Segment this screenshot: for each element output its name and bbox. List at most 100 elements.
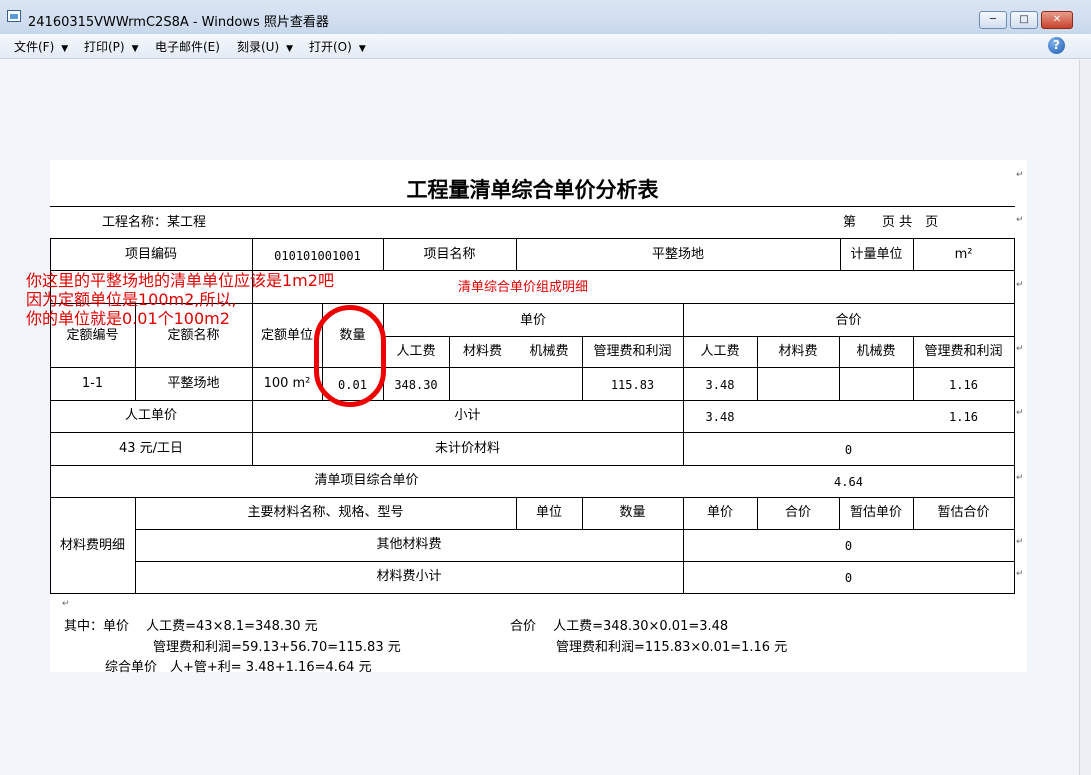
col-machine: 机械费 <box>529 344 569 359</box>
note-line-1-left: 其中：单价 人工费=43×8.1=348.30 元 <box>64 619 318 634</box>
grid-line <box>50 432 1015 433</box>
grid-line <box>1014 238 1015 593</box>
note-line-3: 综合单价 人+管+利= 3.48+1.16=4.64 元 <box>105 660 372 675</box>
grid-line <box>50 367 1015 368</box>
chevron-down-icon: ▼ <box>61 44 69 54</box>
grid-line <box>50 238 1015 239</box>
document-image: 工程量清单综合单价分析表 工程名称：某工程 第 页 共 页 项目编码 01010… <box>50 160 1027 675</box>
highlight-circle <box>314 305 386 407</box>
subtotal-labor: 3.48 <box>705 410 735 424</box>
grid-line <box>50 593 1015 594</box>
labor-rate-value: 43 元/工日 <box>118 441 184 456</box>
quota-unit-header: 定额单位 <box>260 328 313 343</box>
grid-line <box>50 206 1015 207</box>
grid-line <box>383 336 1015 337</box>
chevron-down-icon: ▼ <box>131 44 139 54</box>
material-unit-header: 单位 <box>535 505 562 520</box>
vertical-scrollbar[interactable] <box>1079 60 1091 775</box>
paragraph-mark: ↵ <box>1016 569 1024 579</box>
maximize-button[interactable]: □ <box>1010 11 1038 29</box>
grid-line <box>50 497 1015 498</box>
item-code: 1-1 <box>81 376 104 391</box>
menu-email[interactable]: 电子邮件(E) <box>155 38 220 55</box>
unit-label: 计量单位 <box>850 247 903 262</box>
menu-print-label: 打印(P) <box>84 40 125 54</box>
grid-line <box>50 400 1015 401</box>
item-code-value: 010101001001 <box>274 249 361 263</box>
material-subtotal-label: 材料费小计 <box>376 569 442 584</box>
item-unit: 100 m² <box>263 376 311 391</box>
paragraph-mark: ↵ <box>1016 344 1024 354</box>
item-code-label: 项目编码 <box>124 247 177 262</box>
item-total-mgmt: 1.16 <box>949 378 978 392</box>
page-counter: 第 页 共 页 <box>843 215 939 230</box>
paragraph-mark: ↵ <box>1016 473 1024 483</box>
menu-open[interactable]: 打开(O) ▼ <box>309 38 366 55</box>
col-mgmt: 管理费和利润 <box>593 344 672 359</box>
other-material-label: 其他材料费 <box>376 537 442 552</box>
subtotal-mgmt: 1.16 <box>949 410 978 424</box>
item-mgmt: 115.83 <box>610 378 655 392</box>
menu-open-label: 打开(O) <box>309 40 352 54</box>
material-total-header: 合价 <box>784 505 811 520</box>
menu-burn[interactable]: 刻录(U) ▼ <box>237 38 293 55</box>
unit-price-header: 单价 <box>519 313 546 328</box>
quota-name-header: 定额名称 <box>167 328 220 343</box>
unit-value: m² <box>954 247 973 262</box>
item-labor: 348.30 <box>394 378 438 392</box>
note-line-1-right: 合价 人工费=348.30×0.01=3.48 <box>510 619 729 634</box>
material-price-header: 单价 <box>706 505 733 520</box>
annotation-line-2: 因为定额单位是100m2,所以, <box>26 290 237 309</box>
material-qty-header: 数量 <box>619 505 646 520</box>
paragraph-mark: ↵ <box>1016 215 1024 225</box>
annotation-line-1: 你这里的平整场地的清单单位应该是1m2吧 <box>26 271 334 290</box>
menu-print[interactable]: 打印(P) ▼ <box>84 38 139 55</box>
col-labor: 人工费 <box>396 344 436 359</box>
grid-line <box>50 465 1015 466</box>
note-line-2-right: 管理费和利润=115.83×0.01=1.16 元 <box>556 640 788 655</box>
col-total-machine: 机械费 <box>856 344 896 359</box>
page-title: 工程量清单综合单价分析表 <box>406 178 659 202</box>
comprehensive-label: 清单项目综合单价 <box>314 473 419 488</box>
col-total-labor: 人工费 <box>700 344 740 359</box>
quota-code-header: 定额编号 <box>66 328 119 343</box>
menu-file[interactable]: 文件(F) ▼ <box>14 38 68 55</box>
paragraph-mark: ↵ <box>62 599 70 609</box>
item-name: 平整场地 <box>167 376 220 391</box>
material-est-total-header: 暂估合价 <box>937 505 990 520</box>
item-total-labor: 3.48 <box>705 378 735 392</box>
item-name-label: 项目名称 <box>423 247 476 262</box>
comprehensive-value: 4.64 <box>834 475 863 489</box>
total-price-header: 合价 <box>835 313 862 328</box>
close-button[interactable]: ✕ <box>1041 11 1073 29</box>
paragraph-mark: ↵ <box>1016 408 1024 418</box>
paragraph-mark: ↵ <box>1016 280 1024 290</box>
menu-file-label: 文件(F) <box>14 40 55 54</box>
help-icon[interactable]: ? <box>1048 37 1065 54</box>
material-name-header: 主要材料名称、规格、型号 <box>247 505 404 520</box>
col-total-mgmt: 管理费和利润 <box>924 344 1003 359</box>
chevron-down-icon: ▼ <box>358 44 366 54</box>
title-bar: 24160315VWWrmC2S8A - Windows 照片查看器 ─ □ ✕ <box>0 0 1091 35</box>
section-title: 清单综合单价组成明细 <box>458 280 589 295</box>
paragraph-mark: ↵ <box>1016 170 1024 180</box>
menu-burn-label: 刻录(U) <box>237 40 280 54</box>
menu-bar: 文件(F) ▼ 打印(P) ▼ 电子邮件(E) 刻录(U) ▼ 打开(O) ▼ ? <box>0 34 1091 59</box>
note-line-2-left: 管理费和利润=59.13+56.70=115.83 元 <box>153 640 401 655</box>
labor-rate-label: 人工单价 <box>124 408 177 423</box>
annotation-line-3: 你的单位就是0.01个100m2 <box>26 309 230 328</box>
grid-line <box>135 529 1015 530</box>
window-title: 24160315VWWrmC2S8A - Windows 照片查看器 <box>28 15 329 30</box>
paragraph-mark: ↵ <box>1016 537 1024 547</box>
material-subtotal-value: 0 <box>844 571 853 585</box>
col-material: 材料费 <box>462 344 502 359</box>
col-total-material: 材料费 <box>778 344 818 359</box>
unpriced-label: 未计价材料 <box>434 441 500 456</box>
subtotal-label: 小计 <box>454 408 481 423</box>
chevron-down-icon: ▼ <box>286 44 294 54</box>
minimize-button[interactable]: ─ <box>979 11 1007 29</box>
other-material-value: 0 <box>844 539 853 553</box>
grid-line <box>135 561 1015 562</box>
item-name-value: 平整场地 <box>651 247 704 262</box>
project-name: 工程名称：某工程 <box>102 215 207 230</box>
